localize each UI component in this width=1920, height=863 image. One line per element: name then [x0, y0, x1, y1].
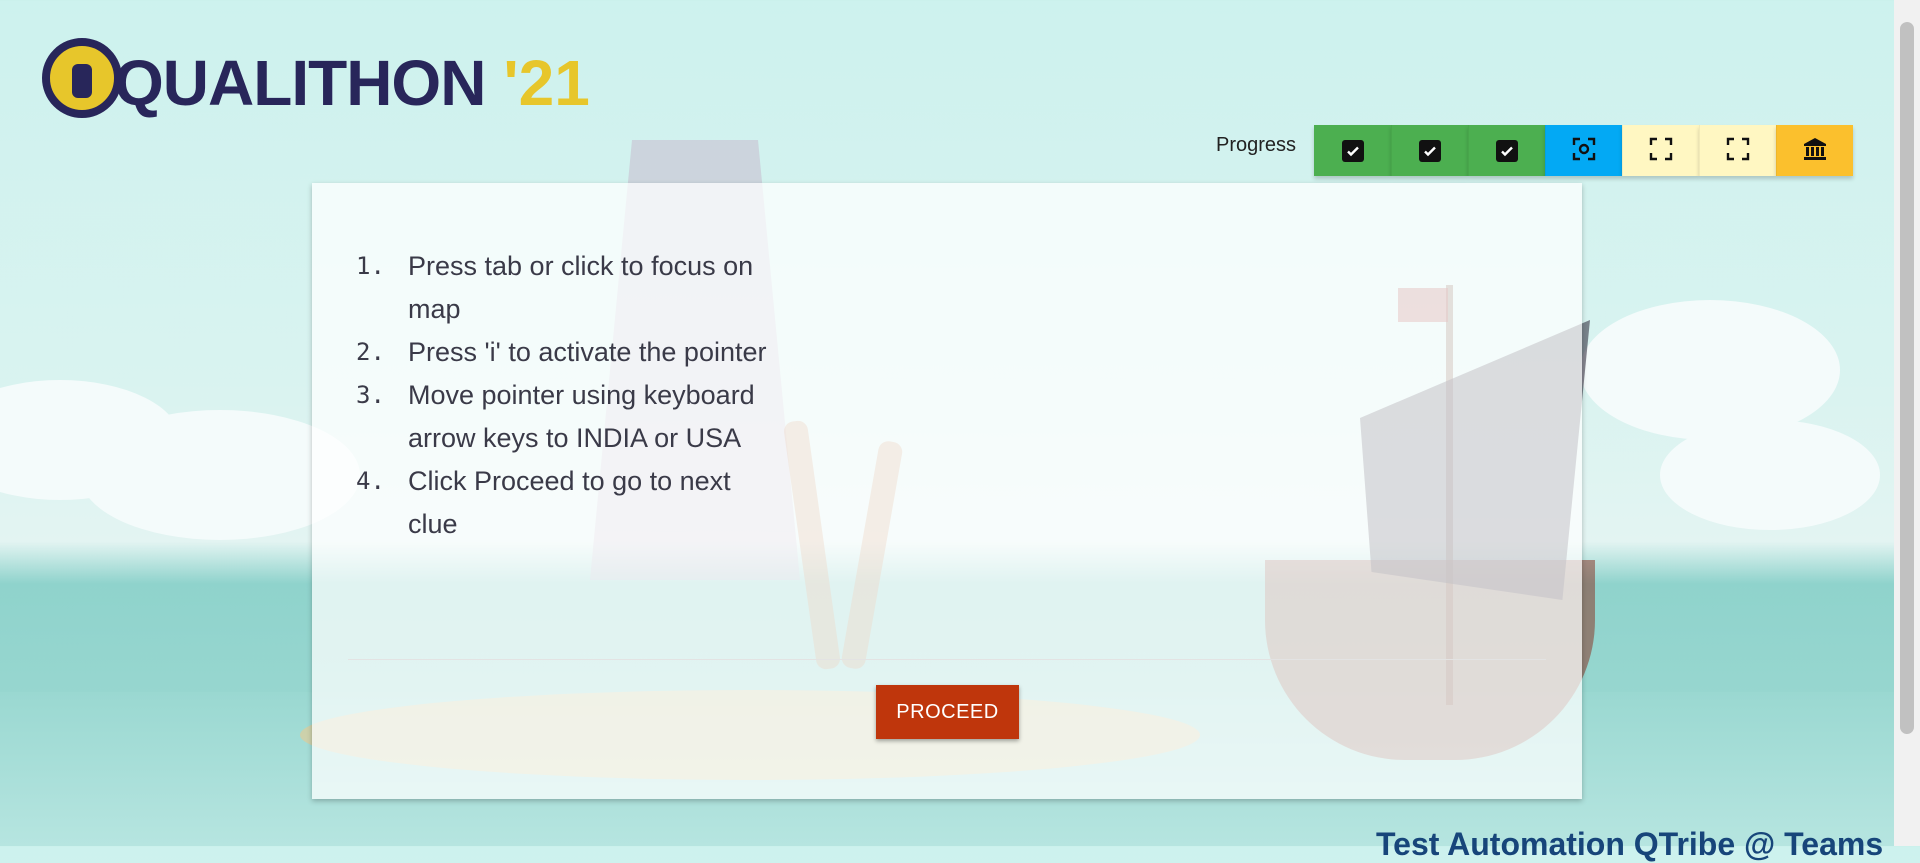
spartan-helmet-icon [42, 38, 122, 118]
proceed-button[interactable]: PROCEED [876, 685, 1019, 739]
scrollbar-thumb[interactable] [1900, 22, 1914, 734]
instruction-number: 3. [356, 381, 385, 409]
progress-step-4 [1545, 125, 1623, 176]
instruction-item: 2. Press 'i' to activate the pointer [356, 331, 776, 374]
instructions-list: 1. Press tab or click to focus on map 2.… [356, 245, 776, 546]
logo-text: QUALITHON [114, 47, 486, 119]
footer-text: Test Automation QTribe @ Teams [1376, 826, 1884, 862]
instruction-number: 2. [356, 338, 385, 366]
progress-step-1 [1314, 125, 1392, 176]
instruction-text: Press 'i' to activate the pointer [408, 337, 767, 367]
instruction-text: Click Proceed to go to next clue [408, 466, 731, 539]
instruction-item: 1. Press tab or click to focus on map [356, 245, 776, 331]
frame-icon [1724, 135, 1752, 167]
instruction-number: 4. [356, 467, 385, 495]
instructions-card: 1. Press tab or click to focus on map 2.… [312, 183, 1582, 799]
progress-step-7 [1776, 125, 1854, 176]
progress-label: Progress [1216, 134, 1297, 156]
progress-step-6 [1699, 125, 1777, 176]
progress-bar: Progress [1216, 125, 1854, 176]
progress-step-5 [1622, 125, 1700, 176]
card-divider [348, 659, 1546, 660]
progress-step-2 [1391, 125, 1469, 176]
instruction-text: Move pointer using keyboard arrow keys t… [408, 380, 755, 453]
page-scrollbar[interactable] [1894, 0, 1920, 846]
instruction-number: 1. [356, 252, 385, 280]
check-icon [1419, 139, 1442, 162]
focus-icon [1570, 135, 1598, 167]
check-icon [1341, 139, 1364, 162]
instruction-text: Press tab or click to focus on map [408, 251, 754, 324]
logo-year: '21 [503, 47, 590, 119]
check-icon [1496, 139, 1519, 162]
instruction-item: 4. Click Proceed to go to next clue [356, 460, 776, 546]
bank-icon [1801, 135, 1829, 167]
frame-icon [1647, 135, 1675, 167]
qualithon-logo: QUALITHON '21 [42, 28, 590, 118]
instruction-item: 3. Move pointer using keyboard arrow key… [356, 374, 776, 460]
progress-step-3 [1468, 125, 1546, 176]
